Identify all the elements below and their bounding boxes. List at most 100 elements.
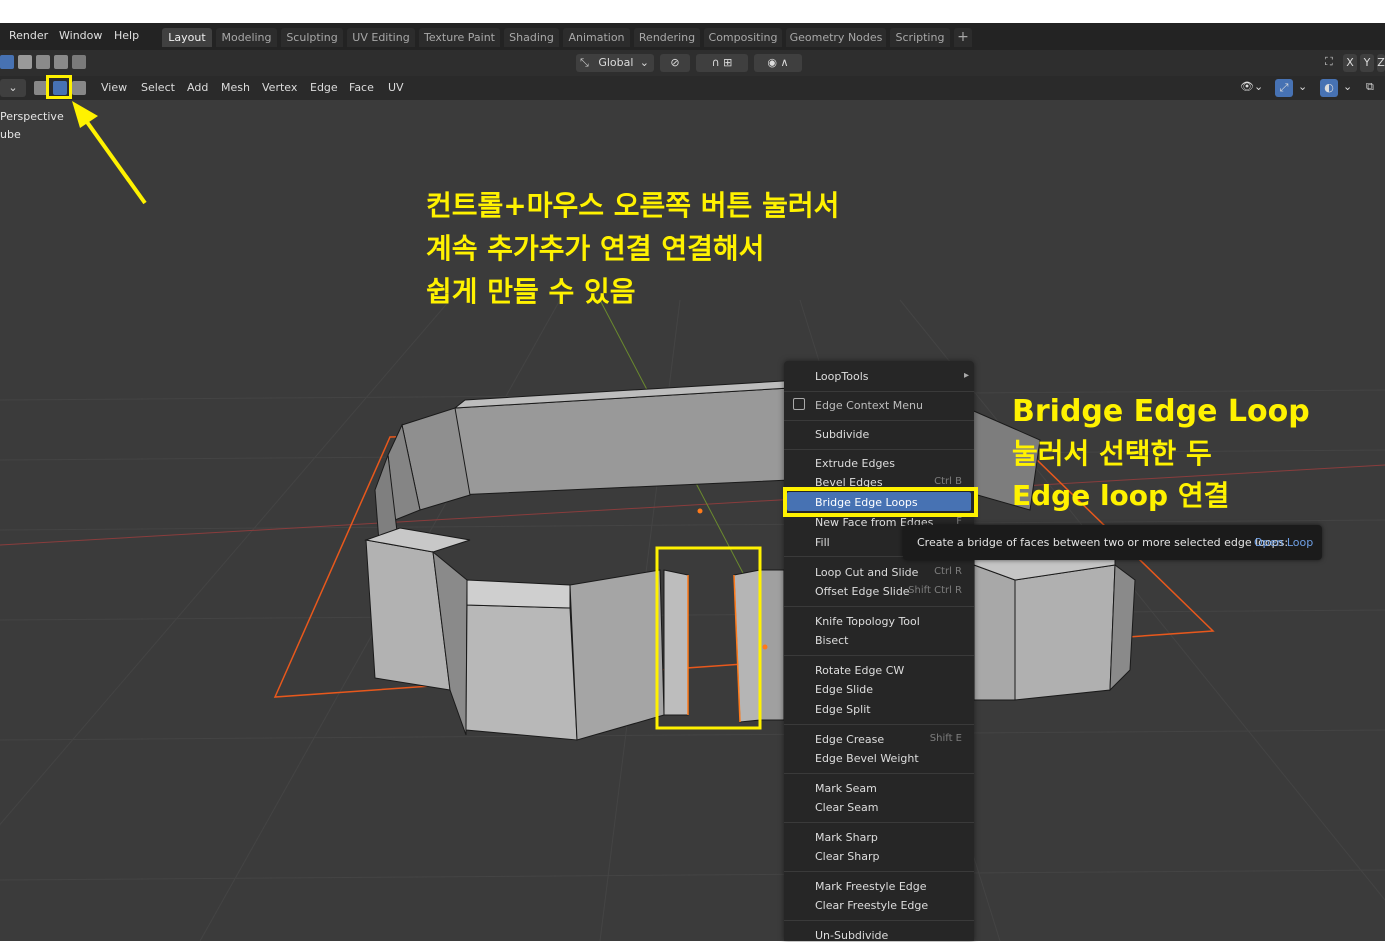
annotation-right-line-3: Edge loop 연결 xyxy=(1012,479,1230,512)
mirror-y-toggle[interactable]: Y xyxy=(1360,54,1374,72)
header-menu-uv[interactable]: UV xyxy=(388,79,404,97)
tab-texture-paint[interactable]: Texture Paint xyxy=(419,28,500,47)
menu-item-clear-sharp[interactable]: Clear Sharp xyxy=(815,850,879,863)
chevron-down-icon[interactable]: ⌄ xyxy=(1298,80,1307,93)
menu-item-mark-seam[interactable]: Mark Seam xyxy=(815,782,877,795)
menu-separator xyxy=(784,871,974,872)
menu-item-edge-bevel-weight[interactable]: Edge Bevel Weight xyxy=(815,752,919,765)
menu-render[interactable]: Render xyxy=(9,29,48,42)
menu-item-edge-slide[interactable]: Edge Slide xyxy=(815,683,873,696)
menu-item-subdivide[interactable]: Subdivide xyxy=(815,428,869,441)
header-menu-vertex[interactable]: Vertex xyxy=(262,79,297,97)
pivot-icon: ⊘ xyxy=(670,56,680,69)
tab-rendering[interactable]: Rendering xyxy=(634,28,700,47)
edge-context-menu: LoopTools ▸ Edge Context Menu Subdivide … xyxy=(784,361,974,942)
header-menu-edge[interactable]: Edge xyxy=(310,79,338,97)
shortcut-bevel: Ctrl B xyxy=(934,476,962,487)
tab-animation[interactable]: Animation xyxy=(563,28,630,47)
gizmo-icon[interactable]: ⤢ xyxy=(1275,79,1293,97)
menu-separator xyxy=(784,606,974,607)
menu-help[interactable]: Help xyxy=(114,29,139,42)
menu-item-edge-crease[interactable]: Edge Crease xyxy=(815,733,884,746)
menu-separator xyxy=(784,773,974,774)
tool-settings-row: ⤡ Global ⌄ ⊘ ∩ ⊞ ◉ ∧ ⛶ X Y Z xyxy=(0,50,1385,76)
menu-item-looptools[interactable]: LoopTools xyxy=(815,370,868,383)
menu-separator xyxy=(784,724,974,725)
submenu-arrow-icon: ▸ xyxy=(963,370,969,381)
menu-separator xyxy=(784,655,974,656)
chevron-down-icon: ⌄ xyxy=(639,56,649,69)
annotation-korean-line-3: 쉽게 만들 수 있음 xyxy=(426,275,636,308)
tab-modeling[interactable]: Modeling xyxy=(216,28,277,47)
origin-point xyxy=(697,508,703,514)
menu-item-extrude-edges[interactable]: Extrude Edges xyxy=(815,457,895,470)
annotation-korean-line-1: 컨트롤+마우스 오른쪽 버튼 눌러서 xyxy=(426,189,840,222)
header-menu-view[interactable]: View xyxy=(101,79,127,97)
xray-icon[interactable]: ⧉ xyxy=(1366,80,1374,94)
chevron-down-icon: ⌄ xyxy=(8,81,18,94)
menu-item-bisect[interactable]: Bisect xyxy=(815,634,848,647)
menu-item-loop-cut-and-slide[interactable]: Loop Cut and Slide xyxy=(815,566,918,579)
menu-item-un-subdivide[interactable]: Un-Subdivide xyxy=(815,929,888,942)
add-workspace-button[interactable]: + xyxy=(954,28,972,47)
menu-item-mark-sharp[interactable]: Mark Sharp xyxy=(815,831,878,844)
mirror-icon[interactable]: ⛶ xyxy=(1325,55,1333,69)
select-invert-icon[interactable] xyxy=(54,55,68,69)
tab-compositing[interactable]: Compositing xyxy=(704,28,782,47)
menu-item-edge-split[interactable]: Edge Split xyxy=(815,703,871,716)
annotation-arrow-shaft xyxy=(80,113,147,205)
chevron-down-icon[interactable]: ⌄ xyxy=(1343,80,1352,93)
menu-separator xyxy=(784,449,974,450)
menu-separator xyxy=(784,920,974,921)
tab-shading[interactable]: Shading xyxy=(504,28,559,47)
menu-item-knife-topology-tool[interactable]: Knife Topology Tool xyxy=(815,615,920,628)
object-name-label: ube xyxy=(0,128,21,141)
magnet-icon: ∩ ⊞ xyxy=(711,56,733,69)
face-select-icon[interactable] xyxy=(72,81,86,95)
proportional-editing-dropdown[interactable]: ◉ ∧ xyxy=(754,54,802,72)
menu-window[interactable]: Window xyxy=(59,29,102,42)
pivot-point-dropdown[interactable]: ⊘ xyxy=(660,54,690,72)
annotation-right-line-2: 눌러서 선택한 두 xyxy=(1012,437,1212,470)
tooltip-value: Open Loop xyxy=(1254,536,1314,549)
top-menu-bar: Render Window Help Layout Modeling Sculp… xyxy=(0,23,1385,50)
select-subtract-icon[interactable] xyxy=(36,55,50,69)
visibility-eye-icon[interactable]: 👁⌄ xyxy=(1240,80,1263,93)
select-extend-icon[interactable] xyxy=(18,55,32,69)
tab-geometry-nodes[interactable]: Geometry Nodes xyxy=(786,28,886,47)
snapping-dropdown[interactable]: ∩ ⊞ xyxy=(696,54,748,72)
select-intersect-icon[interactable] xyxy=(72,55,86,69)
tooltip-text: Create a bridge of faces between two or … xyxy=(917,536,1289,549)
menu-item-clear-seam[interactable]: Clear Seam xyxy=(815,801,878,814)
header-menu-mesh[interactable]: Mesh xyxy=(221,79,250,97)
transform-orientation-dropdown[interactable]: ⤡ Global ⌄ xyxy=(576,54,654,72)
shortcut-offset-edge-slide: Shift Ctrl R xyxy=(908,585,962,596)
menu-item-clear-freestyle-edge[interactable]: Clear Freestyle Edge xyxy=(815,899,928,912)
bridge-tooltip: Create a bridge of faces between two or … xyxy=(903,525,1322,560)
header-menu-face[interactable]: Face xyxy=(349,79,374,97)
shortcut-edge-crease: Shift E xyxy=(929,733,962,744)
header-menu-select[interactable]: Select xyxy=(141,79,175,97)
tab-scripting[interactable]: Scripting xyxy=(890,28,950,47)
shortcut-loop-cut: Ctrl R xyxy=(934,566,962,577)
mode-dropdown[interactable]: ⌄ xyxy=(0,79,26,97)
tab-uv-editing[interactable]: UV Editing xyxy=(347,28,415,47)
annotation-right-line-1: Bridge Edge Loop xyxy=(1012,394,1310,429)
menu-item-fill[interactable]: Fill xyxy=(815,536,830,549)
annotation-box-bridge xyxy=(783,487,978,517)
tab-layout[interactable]: Layout xyxy=(162,28,212,47)
menu-separator xyxy=(784,822,974,823)
edge-context-icon xyxy=(793,398,805,410)
menu-separator xyxy=(784,420,974,421)
menu-item-mark-freestyle-edge[interactable]: Mark Freestyle Edge xyxy=(815,880,927,893)
menu-item-offset-edge-slide[interactable]: Offset Edge Slide xyxy=(815,585,910,598)
mirror-x-toggle[interactable]: X xyxy=(1343,54,1357,72)
menu-item-edge-context-menu: Edge Context Menu xyxy=(815,399,923,412)
mirror-z-toggle[interactable]: Z xyxy=(1377,54,1385,72)
annotation-korean-line-2: 계속 추가추가 연결 연결해서 xyxy=(426,232,765,265)
menu-item-rotate-edge-cw[interactable]: Rotate Edge CW xyxy=(815,664,904,677)
tab-sculpting[interactable]: Sculpting xyxy=(281,28,343,47)
header-menu-add[interactable]: Add xyxy=(187,79,208,97)
overlays-icon[interactable]: ◐ xyxy=(1320,79,1338,97)
select-new-icon[interactable] xyxy=(0,55,14,69)
